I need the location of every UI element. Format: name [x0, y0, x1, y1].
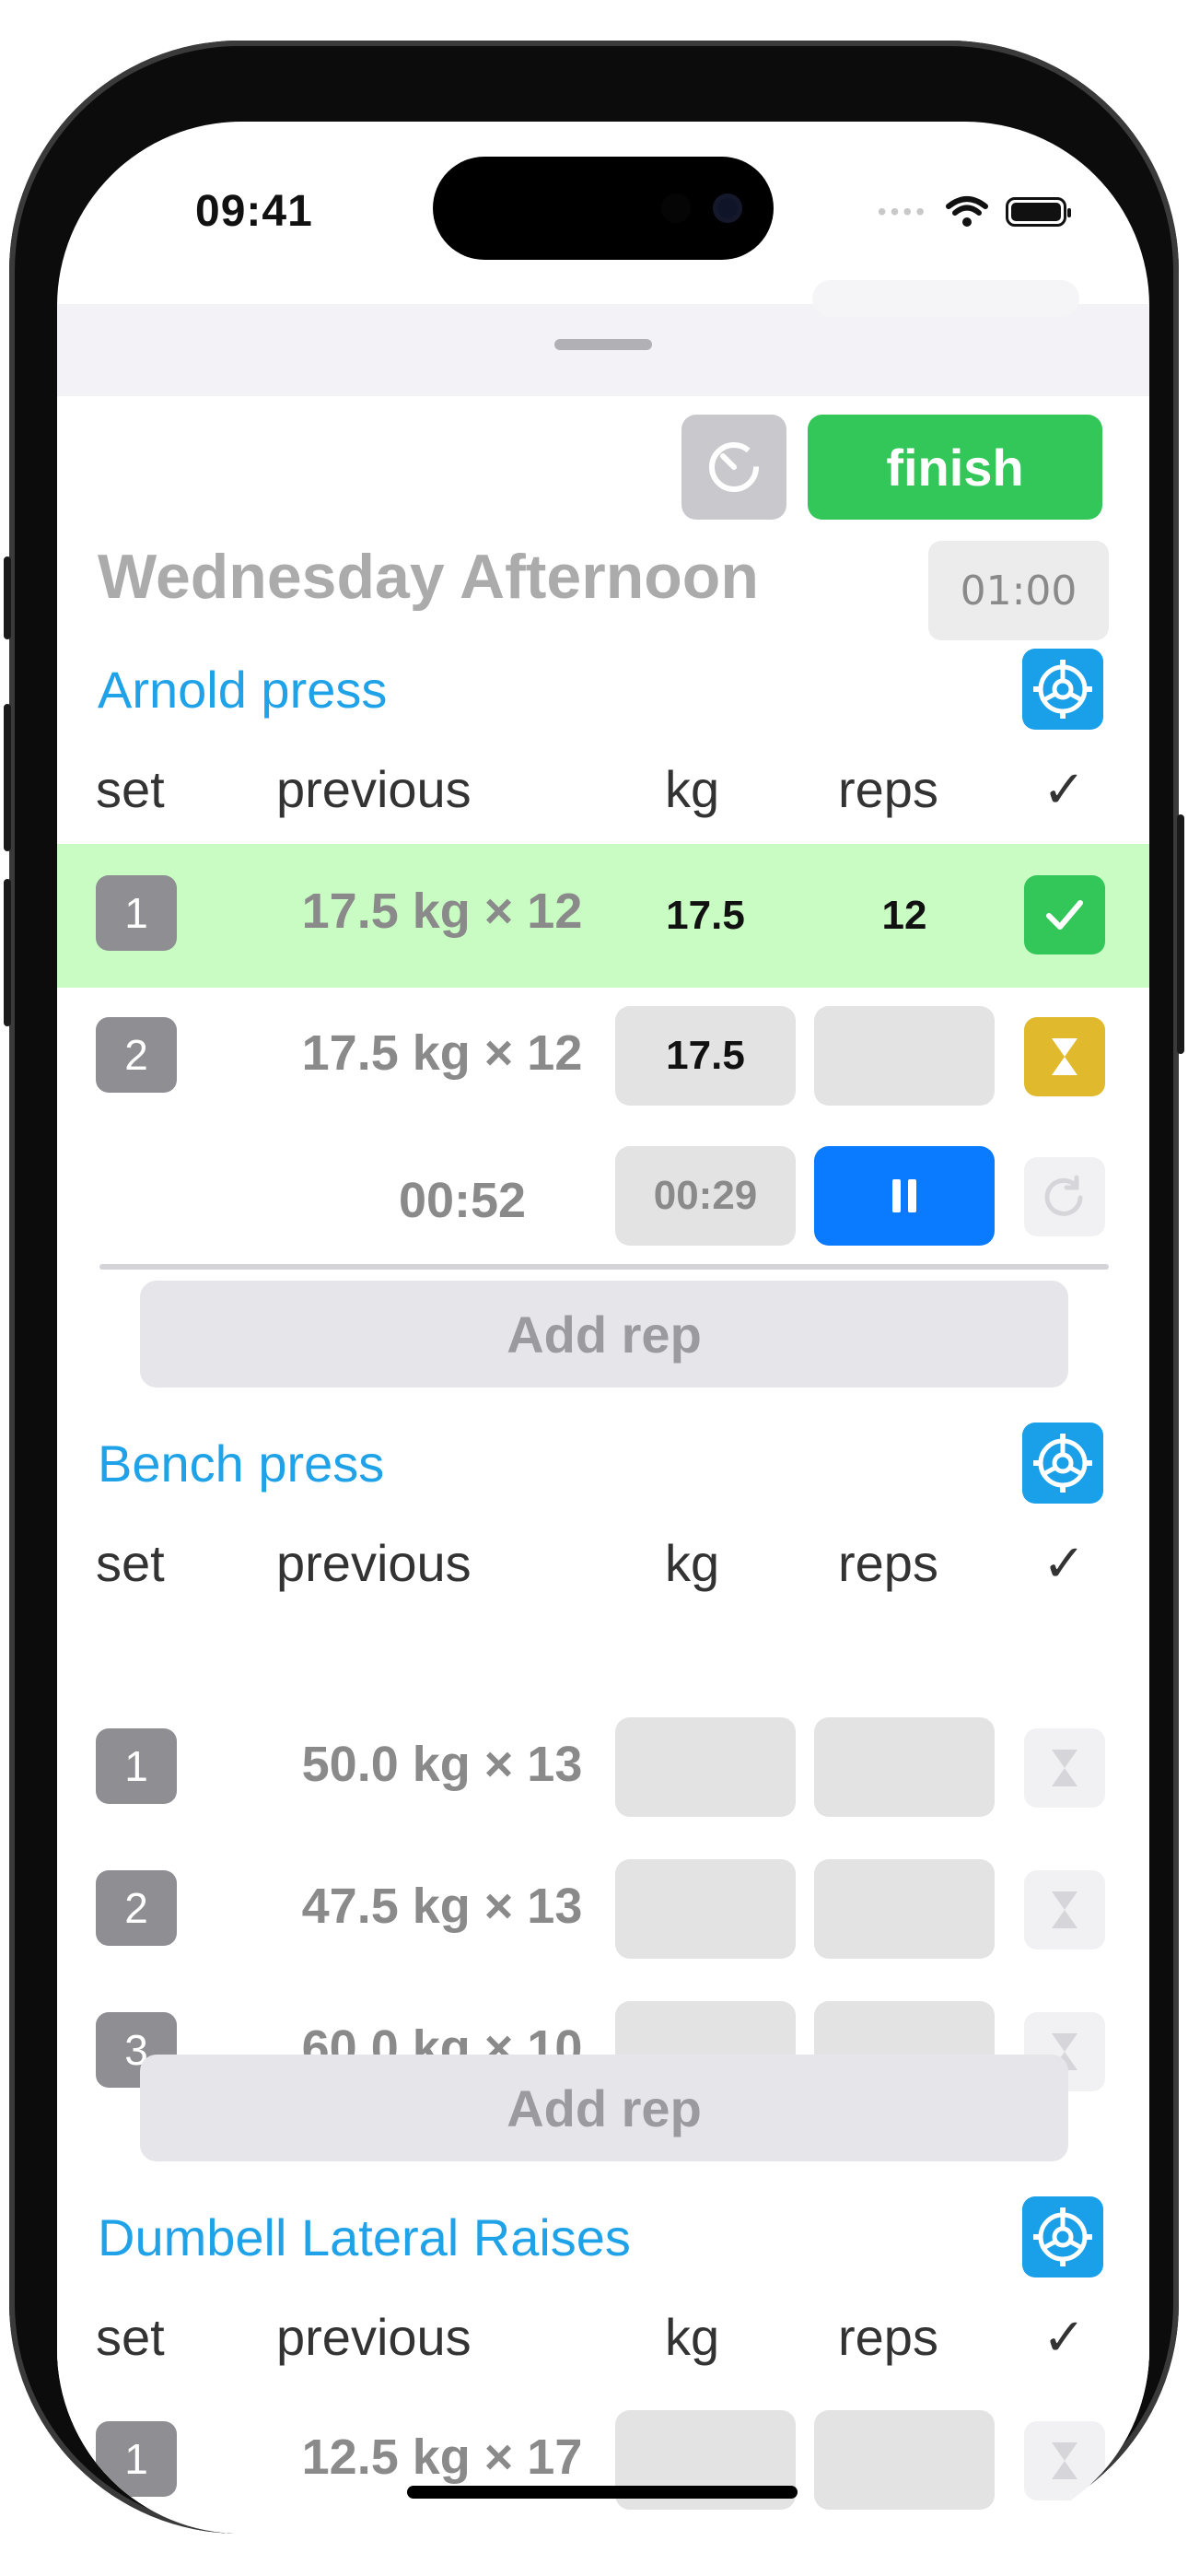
- rest-timer-button[interactable]: [681, 415, 786, 520]
- reps-field[interactable]: [814, 1006, 995, 1106]
- hourglass-icon: [1052, 2442, 1077, 2479]
- exercise-name[interactable]: Dumbell Lateral Raises: [98, 2207, 631, 2267]
- checkmark-icon: [1046, 900, 1083, 930]
- previous-value: 17.5 kg × 12: [301, 1025, 583, 1081]
- kg-field[interactable]: [615, 1859, 796, 1959]
- column-reps: reps: [838, 1534, 938, 1592]
- set-pending-button[interactable]: [1024, 2421, 1105, 2500]
- set-number[interactable]: 2: [96, 1017, 177, 1093]
- column-kg: kg: [665, 760, 720, 818]
- set-number[interactable]: 1: [96, 1728, 177, 1804]
- exercise-name[interactable]: Arnold press: [98, 660, 387, 720]
- exercise-name[interactable]: Bench press: [98, 1434, 384, 1493]
- exercise-settings-button[interactable]: [1022, 2196, 1103, 2277]
- restart-icon: [1044, 1175, 1083, 1216]
- previous-value: 12.5 kg × 17: [301, 2430, 583, 2485]
- set-complete-button[interactable]: [1024, 875, 1105, 954]
- previous-value: 47.5 kg × 13: [301, 1879, 583, 1934]
- column-previous: previous: [276, 2308, 472, 2366]
- column-check: ✓: [1042, 760, 1086, 818]
- pause-icon: [892, 1179, 916, 1212]
- set-pending-button[interactable]: [1024, 1870, 1105, 1950]
- set-rest-button[interactable]: [1024, 1017, 1105, 1096]
- kg-field[interactable]: 17.5: [615, 1006, 796, 1106]
- column-reps: reps: [838, 760, 938, 818]
- background-tab: [812, 280, 1079, 317]
- reps-field[interactable]: [814, 1859, 995, 1959]
- kg-field[interactable]: 17.5: [615, 866, 796, 966]
- workout-duration: 01:00: [928, 541, 1109, 640]
- sensor: [661, 193, 691, 223]
- column-set: set: [96, 760, 165, 818]
- gear-icon: [1033, 2207, 1092, 2266]
- timer-icon: [709, 442, 759, 492]
- set-number[interactable]: 2: [96, 1870, 177, 1946]
- battery-icon: [1006, 197, 1071, 227]
- exercise-settings-button[interactable]: [1022, 649, 1103, 730]
- column-check: ✓: [1042, 1534, 1086, 1592]
- reps-field[interactable]: [814, 1717, 995, 1817]
- column-previous: previous: [276, 760, 472, 818]
- volume-up-button: [4, 704, 11, 851]
- hourglass-icon: [1052, 1891, 1077, 1928]
- column-set: set: [96, 2308, 165, 2366]
- add-rep-button[interactable]: Add rep: [140, 1281, 1068, 1388]
- gear-icon: [1033, 1434, 1092, 1493]
- workout-title[interactable]: Wednesday Afternoon: [98, 541, 759, 613]
- previous-value: 17.5 kg × 12: [301, 884, 583, 939]
- pause-button[interactable]: [814, 1146, 995, 1246]
- home-indicator[interactable]: [407, 2486, 798, 2499]
- reps-field[interactable]: [814, 2410, 995, 2510]
- power-button: [1177, 814, 1184, 1054]
- restart-button[interactable]: [1024, 1157, 1105, 1236]
- signal-icon: ••••: [877, 197, 928, 226]
- volume-down-button: [4, 879, 11, 1026]
- column-set: set: [96, 1534, 165, 1592]
- rest-remaining: 00:29: [615, 1146, 796, 1246]
- phone-frame: 09:41 •••• finish Wednesday Afternoon 01…: [4, 41, 1184, 2534]
- finish-button[interactable]: finish: [808, 415, 1102, 520]
- column-previous: previous: [276, 1534, 472, 1592]
- column-kg: kg: [665, 2308, 720, 2366]
- add-rep-button[interactable]: Add rep: [140, 2055, 1068, 2161]
- exercise-settings-button[interactable]: [1022, 1423, 1103, 1504]
- screen: 09:41 •••• finish Wednesday Afternoon 01…: [57, 122, 1149, 2534]
- mute-switch: [4, 556, 11, 639]
- set-number[interactable]: 1: [96, 2421, 177, 2497]
- previous-value: 50.0 kg × 13: [301, 1737, 583, 1792]
- column-reps: reps: [838, 2308, 938, 2366]
- gear-icon: [1033, 660, 1092, 719]
- kg-field[interactable]: [615, 1717, 796, 1817]
- reps-field[interactable]: 12: [814, 866, 995, 966]
- set-number[interactable]: 1: [96, 875, 177, 951]
- set-pending-button[interactable]: [1024, 1728, 1105, 1808]
- section-divider: [99, 1264, 1109, 1270]
- dynamic-island: [433, 157, 774, 260]
- status-time: 09:41: [195, 187, 313, 236]
- hourglass-icon: [1052, 1750, 1077, 1786]
- hourglass-icon: [1052, 1038, 1077, 1075]
- rest-elapsed: 00:52: [398, 1173, 527, 1228]
- sheet-grabber[interactable]: [554, 339, 652, 350]
- status-icons: ••••: [877, 195, 1071, 228]
- wifi-icon: [946, 196, 988, 227]
- column-kg: kg: [665, 1534, 720, 1592]
- column-check: ✓: [1042, 2308, 1086, 2366]
- camera: [713, 193, 742, 223]
